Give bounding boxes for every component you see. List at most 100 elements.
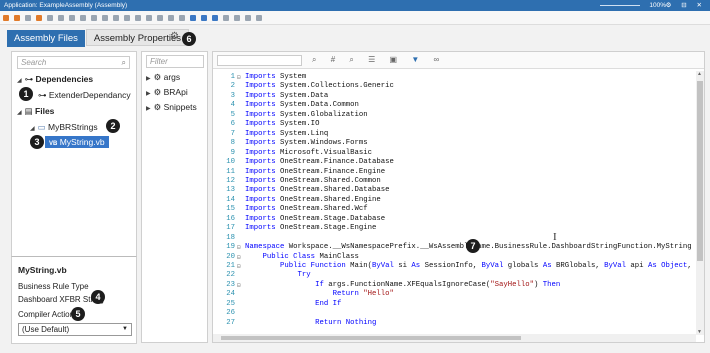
toolbar-icon[interactable] [80,15,86,21]
code-line[interactable]: Imports System.Data.Common [245,101,359,109]
code-line[interactable]: If args.FunctionName.XFEqualsIgnoreCase(… [245,281,560,289]
toolbar-icon[interactable] [201,15,207,21]
toolbar-icon[interactable] [135,15,141,21]
fold-toggle-icon[interactable]: ⊟ [237,282,241,289]
code-line[interactable]: Return "Hello" [245,290,394,298]
code-line[interactable]: Imports OneStream.Finance.Engine [245,168,385,176]
code-area[interactable]: 1 ⊟ Imports System 2 Imports System.Collecti… [213,71,696,335]
find-replace-icon[interactable]: ⌕ [349,55,353,64]
code-line[interactable]: Imports System.Globalization [245,111,368,119]
code-line[interactable]: Imports OneStream.Stage.Engine [245,224,376,232]
toolbar-icon[interactable] [124,15,130,21]
editor-search-input[interactable] [217,55,302,66]
toolbar-icon[interactable] [14,15,20,21]
window-controls[interactable]: ⚙ ⊟ ✕ [666,0,706,11]
expand-triangle-icon[interactable]: ◢ [30,126,35,132]
toolbar-icon[interactable] [3,15,9,21]
code-text: OneStream.Shared.Database [275,186,390,195]
toolbar-icon[interactable] [157,15,163,21]
build-icon[interactable]: ⚙ [170,31,179,42]
expand-triangle-icon[interactable]: ◢ [17,78,22,84]
tab-assembly-files[interactable]: Assembly Files [7,30,85,47]
code-line[interactable]: Imports System.Data [245,92,328,100]
code-line[interactable]: Imports OneStream.Shared.Wcf [245,205,368,213]
search-input[interactable]: Search ⌕ [17,56,130,69]
code-line[interactable]: Imports System.Windows.Forms [245,139,368,147]
toolbar-icon[interactable] [168,15,174,21]
fold-toggle-icon[interactable]: ⊟ [237,254,241,261]
code-line[interactable]: Imports System.Linq [245,130,328,138]
toolbar-icon[interactable] [190,15,196,21]
toolbar-icon[interactable] [223,15,229,21]
code-line[interactable]: Return Nothing [245,319,376,327]
code-line[interactable]: Try [245,271,311,279]
tree-node-dependencies[interactable]: ◢ ⊶ Dependencies [17,74,93,85]
line-number: 2 [230,82,235,91]
toolbar-icon[interactable] [69,15,75,21]
line-number: 22 [226,271,235,280]
tree-node-folder[interactable]: ◢ ▭ MyBRStrings [30,122,98,133]
search-icon[interactable]: ⌕ [312,55,316,64]
scroll-thumb[interactable] [697,81,703,261]
tree-node-dependency-item[interactable]: ⊶ ExtenderDependancy [38,90,131,101]
code-line[interactable]: Public Function Main(ByVal si As Session… [245,262,692,270]
expand-triangle-icon[interactable]: ▶ [146,76,151,82]
toolbar-icon[interactable] [36,15,42,21]
code-text: Microsoft.VisualBasic [275,148,372,157]
tree-node-file-selected[interactable]: VB MyString.vb [45,136,109,148]
chevron-down-icon[interactable]: ▼ [122,324,128,335]
toolbar-icon[interactable] [256,15,262,21]
fold-toggle-icon[interactable]: ⊟ [237,74,241,81]
toolbar-icon[interactable] [47,15,53,21]
zoom-slider[interactable] [600,5,640,6]
vertical-scrollbar[interactable]: ▲ ▼ [696,71,704,335]
indent-icon[interactable]: ☰ [368,55,375,64]
scroll-down-icon[interactable]: ▼ [697,329,702,335]
tree-node-files[interactable]: ◢ ▤ Files [17,106,54,117]
code-line[interactable]: Imports System.IO [245,120,319,128]
code-line[interactable]: End If [245,300,341,308]
toolbar-icon[interactable] [91,15,97,21]
horizontal-scrollbar[interactable] [213,334,696,342]
snippet-node-snippets[interactable]: ▶ ⚙ Snippets [146,102,197,113]
code-line[interactable]: Imports OneStream.Shared.Database [245,186,390,194]
filter-icon[interactable]: ▼ [411,55,419,64]
code-line[interactable]: Imports Microsoft.VisualBasic [245,149,372,157]
code-line[interactable]: Public Class MainClass [245,253,359,261]
toolbar-icon[interactable] [102,15,108,21]
code-line[interactable]: Imports System.Collections.Generic [245,82,394,90]
compiler-action-select[interactable]: (Use Default) ▼ [18,323,132,336]
line-number: 6 [230,120,235,129]
toolbar-icon[interactable] [25,15,31,21]
expand-triangle-icon[interactable]: ▶ [146,91,151,97]
text-cursor-icon: I [553,231,557,243]
toolbar-icon[interactable] [58,15,64,21]
toolbar-icon[interactable] [212,15,218,21]
fold-toggle-icon[interactable]: ⊟ [237,244,241,251]
code-keyword: ByVal [481,262,504,270]
toolbar-icon[interactable] [113,15,119,21]
toolbar-icon[interactable] [245,15,251,21]
filter-input[interactable]: Filter [146,55,204,68]
code-line[interactable]: Imports OneStream.Finance.Database [245,158,394,166]
code-text: System.Data [275,91,329,100]
hash-icon[interactable]: # [331,55,335,64]
scroll-up-icon[interactable]: ▲ [697,71,702,77]
toolbar-icon[interactable] [234,15,240,21]
scroll-thumb[interactable] [221,336,521,340]
toolbar-icon[interactable] [146,15,152,21]
code-line[interactable]: Imports OneStream.Shared.Engine [245,196,381,204]
code-line[interactable]: Imports System [245,73,306,81]
code-line[interactable]: Imports OneStream.Shared.Common [245,177,381,185]
expand-triangle-icon[interactable]: ◢ [17,110,22,116]
snippet-node-args[interactable]: ▶ ⚙ args [146,72,180,83]
snippet-node-brapi[interactable]: ▶ ⚙ BRApi [146,87,188,98]
fold-toggle-icon[interactable]: ⊟ [237,263,241,270]
search-icon[interactable]: ⌕ [122,57,126,68]
toolbar-icon[interactable] [179,15,185,21]
code-text: System.Linq [275,129,329,138]
expand-triangle-icon[interactable]: ▶ [146,106,151,112]
binoculars-icon[interactable]: ∞ [433,55,439,64]
save-icon[interactable]: ▣ [390,55,398,64]
code-line[interactable]: Imports OneStream.Stage.Database [245,215,385,223]
